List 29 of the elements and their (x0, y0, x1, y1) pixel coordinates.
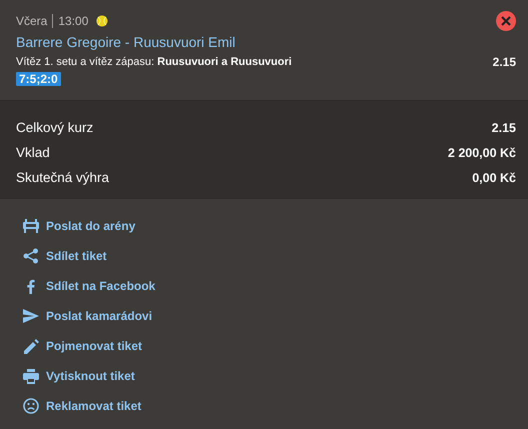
action-link[interactable]: Pojmenovat tiket (46, 339, 142, 353)
share-icon[interactable] (23, 248, 39, 264)
time-label: 13:00 (58, 14, 88, 28)
match-link[interactable]: Barrere Gregoire - Ruusuvuori Emil (16, 33, 516, 51)
summary-value: 2.15 (492, 120, 516, 134)
close-icon[interactable] (501, 16, 511, 26)
pencil-icon[interactable] (24, 338, 38, 354)
action-link[interactable]: Poslat do arény (46, 219, 136, 233)
score-badge: 7:5;2:0 (16, 72, 61, 86)
table-icon[interactable] (22, 219, 40, 233)
facebook-icon[interactable] (27, 278, 35, 294)
summary-label: Celkový kurz (16, 120, 94, 135)
summary-value: 2 200,00 Kč (448, 146, 516, 160)
action-link[interactable]: Vytisknout tiket (46, 369, 135, 383)
action-link[interactable]: Poslat kamarádovi (46, 309, 152, 323)
summary-label: Skutečná výhra (16, 170, 110, 185)
summary-label: Vklad (16, 145, 50, 160)
close-button[interactable] (496, 11, 516, 31)
odds-value: 2.15 (492, 54, 516, 70)
tennis-ball-icon (96, 15, 108, 27)
summary-value: 0,00 Kč (472, 170, 516, 184)
action-link[interactable]: Sdílet tiket (46, 249, 107, 263)
bet-description: Vítěz 1. setu a vítěz zápasu: Ruusuvuori a Ruusuvuori (16, 55, 292, 70)
date-label: Včera (16, 14, 48, 28)
printer-icon[interactable] (23, 368, 39, 384)
send-icon[interactable] (23, 309, 39, 323)
action-link[interactable]: Reklamovat tiket (46, 399, 142, 413)
sad-face-icon[interactable] (23, 398, 39, 414)
action-link[interactable]: Sdílet na Facebook (46, 279, 156, 293)
